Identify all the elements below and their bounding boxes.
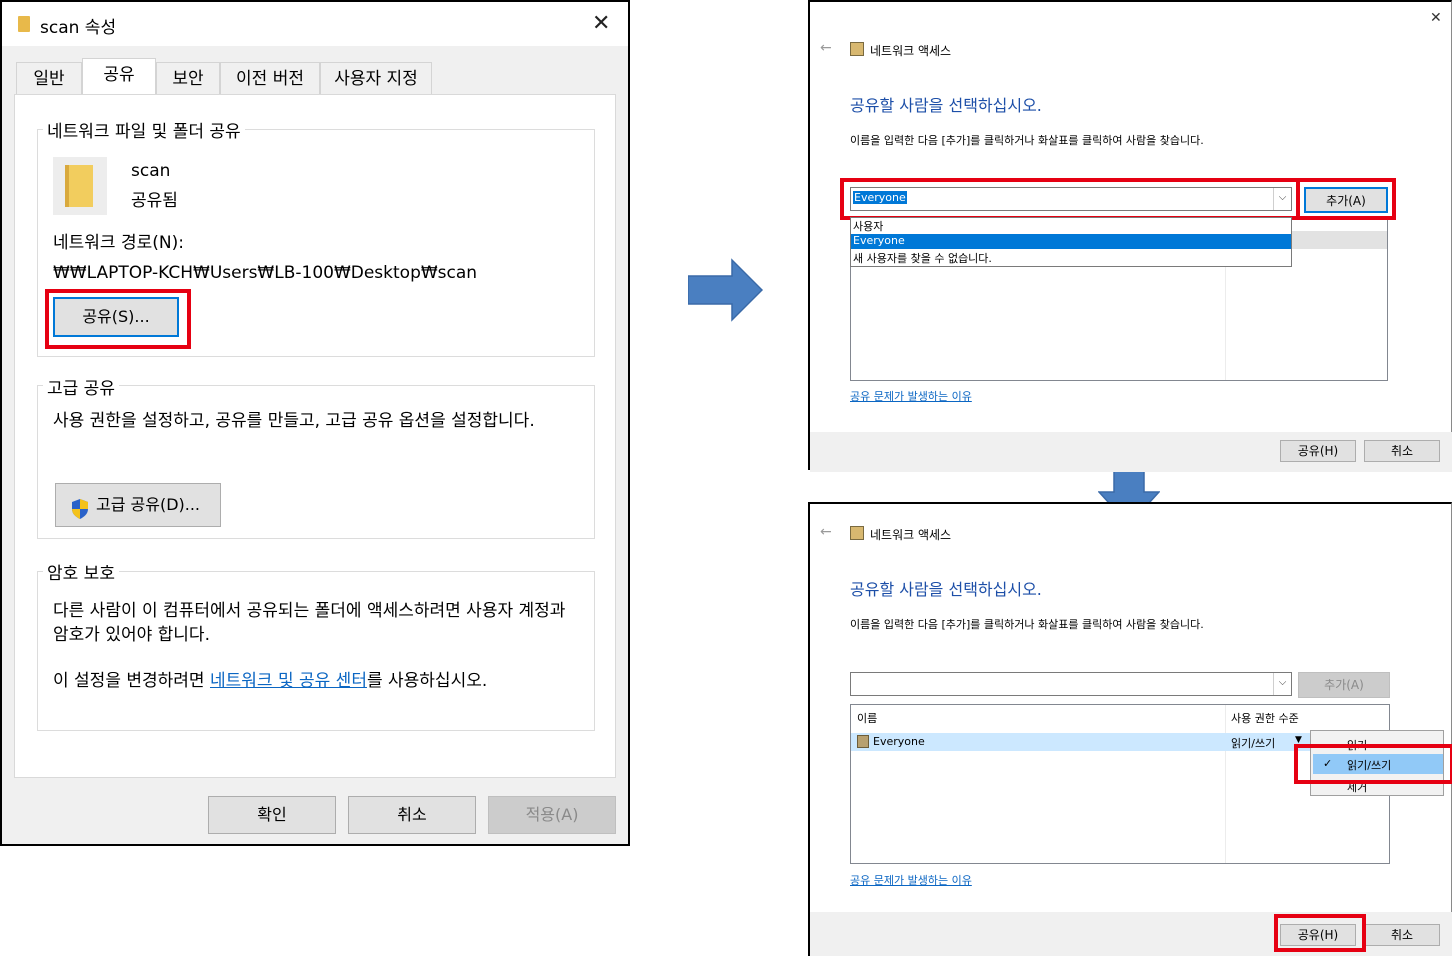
close-icon[interactable]: ✕ (1430, 10, 1442, 26)
dropdown-item[interactable]: 새 사용자를 찾을 수 없습니다. (853, 250, 992, 266)
chevron-down-icon[interactable]: ⌵ (1273, 188, 1291, 210)
user-dropdown: 사용자 Everyone 새 사용자를 찾을 수 없습니다. (850, 217, 1292, 267)
network-people-icon (850, 42, 864, 56)
add-button[interactable]: 추가(A) (1304, 187, 1388, 213)
folder-icon (53, 157, 107, 215)
pre-link-text: 이 설정을 변경하려면 (53, 671, 210, 691)
dialog-title: scan 속성 (40, 18, 117, 38)
properties-dialog: scan 속성 ✕ 일반 공유 보안 이전 버전 사용자 지정 네트워크 파일 … (0, 0, 630, 846)
highlight-box (1294, 744, 1452, 784)
group-title: 암호 보호 (43, 559, 119, 584)
network-sharing-center-link[interactable]: 네트워크 및 공유 센터 (210, 671, 367, 691)
instruction-text: 이름을 입력한 다음 [추가]를 클릭하거나 화살표를 클릭하여 사람을 찾습니… (850, 134, 1204, 147)
tab-customize[interactable]: 사용자 지정 (320, 62, 432, 96)
heading: 공유할 사람을 선택하십시오. (850, 580, 1042, 599)
sharing-panel: 네트워크 파일 및 폴더 공유 scan 공유됨 네트워크 경로(N): ₩₩L… (14, 94, 616, 778)
highlight-box (1274, 914, 1366, 952)
heading: 공유할 사람을 선택하십시오. (850, 96, 1042, 115)
add-button[interactable]: 추가(A) (1298, 672, 1390, 698)
dialog-title: 네트워크 액세스 (870, 528, 952, 542)
cancel-button[interactable]: 취소 (1364, 924, 1440, 946)
tab-previous-versions[interactable]: 이전 버전 (220, 62, 320, 96)
ok-button[interactable]: 확인 (208, 796, 336, 834)
password-description: 다른 사람이 이 컴퓨터에서 공유되는 폴더에 액세스하려면 사용자 계정과 암… (53, 601, 566, 645)
apply-button[interactable]: 적용(A) (488, 796, 616, 834)
shield-icon (70, 494, 90, 519)
folder-name: scan (131, 161, 171, 181)
user-icon (857, 735, 869, 748)
close-icon[interactable]: ✕ (592, 13, 610, 35)
help-link[interactable]: 공유 문제가 발생하는 이유 (850, 872, 972, 888)
group-title: 네트워크 파일 및 폴더 공유 (43, 117, 245, 142)
cancel-button[interactable]: 취소 (1364, 440, 1440, 462)
dropdown-item[interactable]: 사용자 (853, 218, 883, 233)
chevron-down-icon[interactable]: ⌵ (1273, 673, 1291, 695)
title-bar: scan 속성 ✕ (2, 2, 628, 46)
dropdown-item-selected[interactable]: Everyone (851, 234, 1291, 249)
advanced-share-button-label: 고급 공유(D)... (95, 495, 201, 514)
share-status: 공유됨 (131, 191, 178, 211)
tab-sharing[interactable]: 공유 (82, 58, 156, 96)
row-permission[interactable]: 읽기/쓰기 (1231, 735, 1275, 751)
back-arrow-icon[interactable]: ← (820, 40, 832, 56)
tab-general[interactable]: 일반 (16, 62, 82, 96)
column-header-name[interactable]: 이름 (857, 710, 877, 726)
password-group (37, 571, 595, 731)
tab-security[interactable]: 보안 (156, 62, 220, 96)
network-access-dialog-top: ✕ ← 네트워크 액세스 공유할 사람을 선택하십시오. 이름을 입력한 다음 … (808, 0, 1452, 472)
instruction-text: 이름을 입력한 다음 [추가]를 클릭하거나 화살표를 클릭하여 사람을 찾습니… (850, 618, 1204, 631)
help-link[interactable]: 공유 문제가 발생하는 이유 (850, 388, 972, 404)
network-people-icon (850, 526, 864, 540)
network-path-label: 네트워크 경로(N): (53, 233, 184, 253)
group-title: 고급 공유 (43, 374, 119, 399)
user-name-combo[interactable]: Everyone ⌵ (850, 187, 1292, 211)
column-header-permission[interactable]: 사용 권한 수준 (1231, 710, 1299, 726)
post-link-text: 를 사용하십시오. (366, 671, 488, 691)
advanced-share-button[interactable]: 고급 공유(D)... (55, 483, 221, 527)
password-change-text: 이 설정을 변경하려면 네트워크 및 공유 센터를 사용하십시오. (53, 669, 487, 693)
user-list: 이름 사용 권한 수준 Everyone 읽기/쓰기 ▼ (850, 704, 1390, 864)
combo-value: Everyone (853, 191, 907, 204)
user-name-combo[interactable]: ⌵ (850, 672, 1292, 696)
back-arrow-icon[interactable]: ← (820, 524, 832, 540)
advanced-share-description: 사용 권한을 설정하고, 공유를 만들고, 고급 공유 옵션을 설정합니다. (53, 411, 535, 431)
row-name: Everyone (873, 735, 925, 748)
share-button[interactable]: 공유(S)... (53, 297, 179, 337)
share-button[interactable]: 공유(H) (1280, 440, 1356, 462)
dialog-footer: 공유(H) 취소 (810, 432, 1452, 472)
network-access-dialog-bottom: ← 네트워크 액세스 공유할 사람을 선택하십시오. 이름을 입력한 다음 [추… (808, 502, 1452, 956)
cancel-button[interactable]: 취소 (348, 796, 476, 834)
network-path: ₩₩LAPTOP-KCH₩Users₩LB-100₩Desktop₩scan (53, 263, 478, 283)
right-arrow-icon (687, 258, 764, 322)
folder-icon (18, 16, 30, 32)
dialog-title: 네트워크 액세스 (870, 44, 952, 58)
